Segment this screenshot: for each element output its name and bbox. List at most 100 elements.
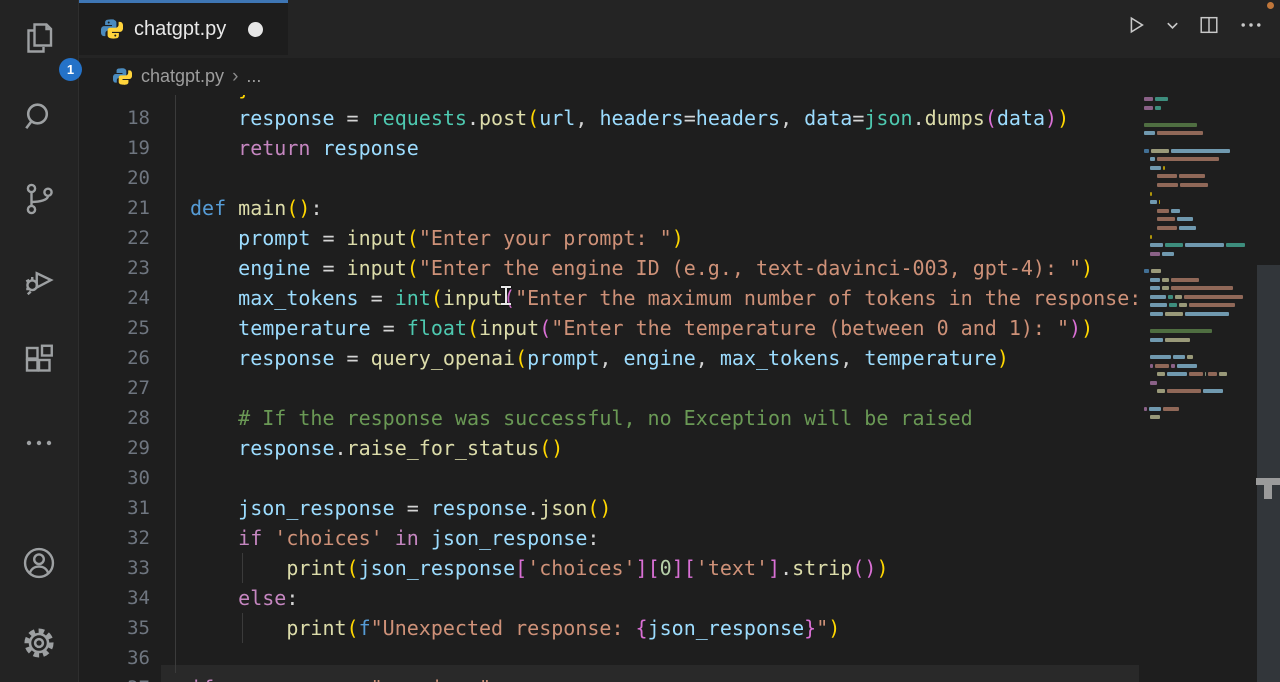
run-dropdown-chevron-icon[interactable]	[1165, 18, 1180, 33]
code-text	[190, 163, 1140, 193]
code-text: engine = input("Enter the engine ID (e.g…	[190, 253, 1140, 283]
source-control-icon[interactable]	[21, 181, 57, 217]
minimap-line	[1150, 192, 1154, 196]
minimap-line	[1144, 407, 1181, 411]
minimap-line	[1150, 364, 1198, 368]
run-button[interactable]	[1125, 14, 1147, 36]
minimap-line	[1150, 243, 1246, 247]
breadcrumb-item-file[interactable]: chatgpt.py	[141, 66, 224, 87]
minimap-line	[1157, 226, 1198, 230]
breadcrumb-separator-icon: ›	[232, 66, 238, 88]
code-text: print(f"Unexpected response: {json_respo…	[190, 613, 1140, 643]
line-number[interactable]: 31	[79, 493, 150, 523]
minimap-line	[1150, 200, 1162, 204]
minimap-line	[1144, 131, 1205, 135]
minimap-line	[1150, 312, 1230, 316]
minimap-line	[1157, 183, 1211, 187]
minimap-line	[1150, 286, 1235, 290]
tab-bar: chatgpt.py	[79, 0, 1280, 58]
minimap-line	[1150, 235, 1154, 239]
line-number[interactable]: 24	[79, 283, 150, 313]
split-editor-icon[interactable]	[1198, 14, 1220, 36]
python-icon	[101, 18, 123, 40]
minimap-line	[1157, 209, 1183, 213]
code-editor[interactable]: 17 } 18 response = requests.post(url, hea…	[79, 95, 1280, 682]
line-number[interactable]: 33	[79, 553, 150, 583]
code-text: def main():	[190, 193, 1140, 223]
vertical-scrollbar[interactable]	[1257, 95, 1280, 682]
line-number[interactable]: 37	[79, 673, 150, 682]
minimap-line	[1150, 157, 1221, 161]
extensions-icon[interactable]	[21, 342, 57, 378]
minimap-line	[1157, 217, 1195, 221]
code-text: }	[190, 95, 1140, 103]
scrollbar-marker	[1256, 478, 1280, 500]
minimap-line	[1150, 295, 1245, 299]
code-text: return response	[190, 133, 1140, 163]
minimap-line	[1150, 166, 1166, 170]
minimap-line	[1144, 97, 1170, 101]
editor-more-actions-icon[interactable]	[1238, 14, 1264, 36]
scrollbar-thumb[interactable]	[1257, 265, 1280, 682]
minimap-line	[1144, 149, 1232, 153]
line-number[interactable]: 30	[79, 463, 150, 493]
line-number[interactable]: 35	[79, 613, 150, 643]
line-number[interactable]: 34	[79, 583, 150, 613]
code-text: response = requests.post(url, headers=he…	[190, 103, 1140, 133]
line-number[interactable]: 17	[79, 95, 150, 103]
line-number[interactable]: 25	[79, 313, 150, 343]
minimap-line	[1157, 389, 1225, 393]
run-and-debug-icon[interactable]	[21, 262, 57, 298]
activity-bar: 1	[0, 0, 79, 682]
minimap-line	[1150, 381, 1158, 385]
python-icon	[113, 67, 132, 86]
editor-actions	[1125, 14, 1264, 36]
minimap-line	[1150, 415, 1161, 419]
minimap-line	[1150, 338, 1191, 342]
search-icon[interactable]	[21, 99, 57, 135]
minimap-line	[1144, 106, 1163, 110]
code-text	[190, 463, 1140, 493]
code-text: else:	[190, 583, 1140, 613]
more-actions-icon[interactable]	[21, 425, 57, 449]
tab-label: chatgpt.py	[134, 18, 226, 41]
minimap-line	[1150, 278, 1201, 282]
minimap-line	[1144, 123, 1199, 127]
line-number[interactable]: 32	[79, 523, 150, 553]
code-text	[190, 373, 1140, 403]
line-number[interactable]: 20	[79, 163, 150, 193]
breadcrumb-item-symbol[interactable]: ...	[246, 66, 261, 87]
notification-dot	[1267, 2, 1274, 9]
explorer-icon[interactable]: 1	[21, 20, 57, 56]
code-text: max_tokens = int(input("Enter the maximu…	[190, 283, 1140, 313]
line-number[interactable]: 21	[79, 193, 150, 223]
minimap[interactable]	[1140, 95, 1256, 682]
line-number[interactable]: 18	[79, 103, 150, 133]
code-text	[190, 643, 1140, 673]
minimap-line	[1157, 372, 1229, 376]
minimap-line	[1157, 174, 1207, 178]
line-number[interactable]: 19	[79, 133, 150, 163]
line-number[interactable]: 27	[79, 373, 150, 403]
modified-indicator[interactable]	[248, 22, 263, 37]
minimap-line	[1150, 329, 1214, 333]
code-text: json_response = response.json()	[190, 493, 1140, 523]
line-number[interactable]: 23	[79, 253, 150, 283]
code-text: response.raise_for_status()	[190, 433, 1140, 463]
indent-guide	[175, 95, 176, 673]
breadcrumb: chatgpt.py › ...	[79, 58, 1280, 95]
code-text: prompt = input("Enter your prompt: ")	[190, 223, 1140, 253]
line-number[interactable]: 36	[79, 643, 150, 673]
account-icon[interactable]	[21, 545, 57, 581]
line-number[interactable]: 28	[79, 403, 150, 433]
settings-gear-icon[interactable]	[21, 625, 57, 661]
line-number[interactable]: 22	[79, 223, 150, 253]
minimap-line	[1150, 252, 1176, 256]
line-number[interactable]: 26	[79, 343, 150, 373]
text-cursor-pointer	[499, 285, 512, 306]
code-text: print(json_response['choices'][0]['text'…	[190, 553, 1140, 583]
code-text: temperature = float(input("Enter the tem…	[190, 313, 1140, 343]
vscode-window: { "palette": { "v": "#9CDCFE", "o": "#D4…	[0, 0, 1280, 682]
line-number[interactable]: 29	[79, 433, 150, 463]
tab-chatgpt-py[interactable]: chatgpt.py	[79, 0, 288, 55]
